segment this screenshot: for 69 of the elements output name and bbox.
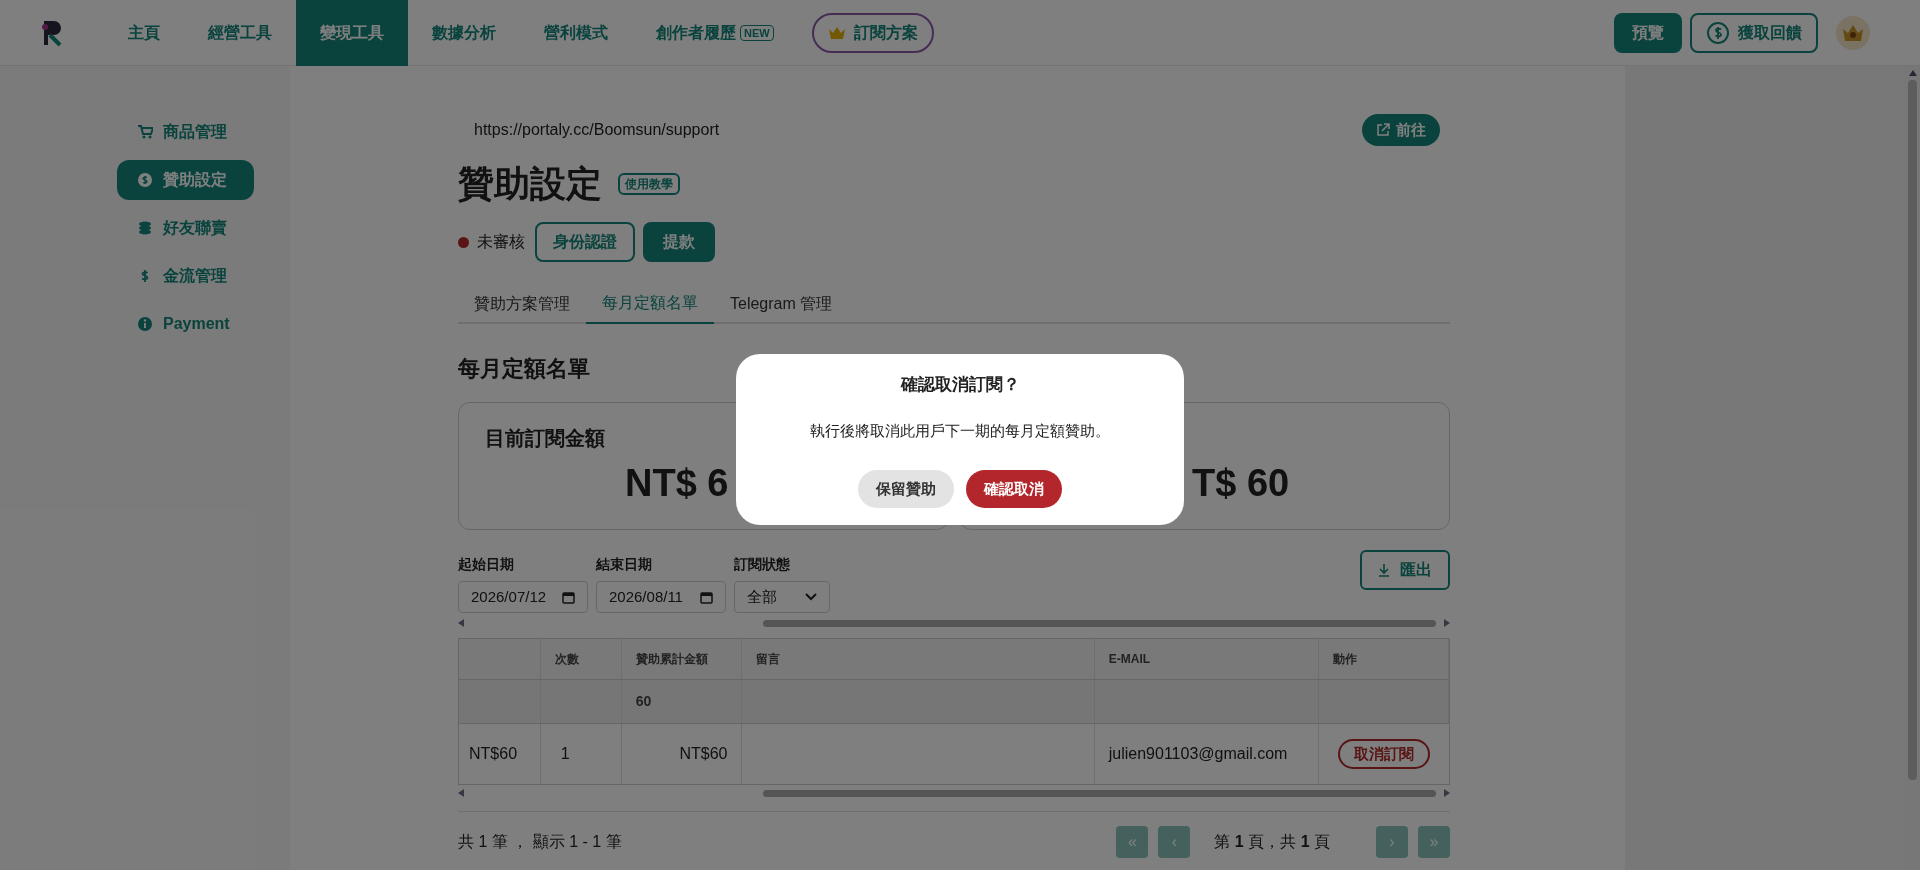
new-badge: NEW — [740, 24, 774, 41]
stat-value: NT$ 6 — [625, 462, 729, 504]
nav-tab[interactable]: 數據分析 — [408, 0, 520, 66]
column-header: 次數 — [554, 651, 579, 668]
nav-tab[interactable]: 創作者履歷 NEW — [632, 0, 798, 66]
column-header: E-MAIL — [1108, 651, 1151, 668]
scrollbar[interactable] — [1905, 66, 1920, 870]
horizontal-scrollbar[interactable] — [458, 617, 1450, 629]
coin-icon — [137, 172, 153, 188]
preview-button[interactable]: 預覽 — [1614, 12, 1682, 53]
filter-label: 訂閱狀態 — [734, 555, 791, 574]
sidebar-item[interactable]: 商品管理 — [117, 112, 254, 152]
record-count: 共 1 筆 ， 顯示 1 - 1 筆 — [458, 832, 622, 852]
stat-label: 目前訂閱金額 — [485, 427, 605, 449]
filter-label: 起始日期 — [458, 555, 515, 574]
sidebar-item[interactable]: Payment — [117, 304, 254, 344]
status-label: 未審核 — [477, 232, 525, 252]
calendar-icon[interactable] — [562, 590, 575, 604]
page-info: 第 1 頁，共 1 頁 — [1213, 832, 1331, 852]
date-field[interactable]: 2026/08/11 — [596, 581, 726, 613]
tab[interactable]: Telegram 管理 — [714, 284, 849, 324]
date-field[interactable]: 2026/07/12 — [458, 581, 588, 613]
horizontal-scrollbar[interactable] — [458, 787, 1450, 799]
dollar-icon — [1706, 20, 1730, 45]
tutorial-link[interactable]: 使用教學 — [618, 173, 680, 195]
sidebar-item[interactable]: 贊助設定 — [117, 160, 254, 200]
stat-value: T$ 60 — [1192, 462, 1290, 504]
info-icon — [137, 316, 153, 332]
verify-button[interactable]: 身份認證 — [535, 222, 635, 262]
nav-tab[interactable]: 變現工具 — [296, 0, 408, 66]
nav-tab[interactable]: 經營工具 — [184, 0, 296, 66]
table-cell-text: 1 — [560, 744, 570, 764]
table-cell-text: NT$60 — [469, 744, 518, 764]
page-title: 贊助設定 — [458, 162, 602, 206]
calendar-icon[interactable] — [700, 590, 713, 604]
dialog-title: 確認取消訂閱？ — [900, 374, 1020, 396]
confirm-button[interactable]: 確認取消 — [966, 470, 1062, 508]
nav-tab[interactable]: 主頁 — [104, 0, 184, 66]
external-link-icon — [1376, 123, 1390, 137]
sidebar-item[interactable]: 金流管理 — [117, 256, 254, 296]
nav-tab[interactable]: 營利模式 — [520, 0, 632, 66]
sidebar-item[interactable]: 好友聯賣 — [117, 208, 254, 248]
section-title: 每月定額名單 — [458, 355, 590, 383]
status-select[interactable]: 全部 — [734, 581, 830, 613]
coin-stack-icon — [137, 220, 153, 236]
avatar-icon[interactable] — [1836, 15, 1870, 50]
go-button[interactable]: 前往 — [1362, 114, 1440, 146]
export-button[interactable]: 匯出 — [1360, 550, 1450, 590]
tab[interactable]: 每月定額名單 — [586, 284, 714, 324]
cancel-subscription-button[interactable]: 取消訂閱 — [1338, 739, 1431, 769]
table-cell-text: julien901103@gmail.com — [1108, 744, 1288, 764]
column-header: 贊助累計金額 — [635, 651, 708, 668]
dialog-message: 執行後將取消此用戶下一期的每月定額贊助。 — [810, 420, 1110, 441]
nav-tab-label[interactable]: 創作者履歷 — [656, 20, 736, 45]
crown-icon — [827, 25, 846, 40]
plan-button[interactable]: 訂閱方案 — [811, 12, 934, 53]
column-header: 留言 — [756, 651, 781, 668]
chevron-down-icon — [805, 593, 817, 601]
total-cell-text: 60 — [635, 692, 652, 711]
keep-button[interactable]: 保留贊助 — [858, 470, 954, 508]
tab[interactable]: 贊助方案管理 — [458, 284, 586, 324]
filter-label: 結束日期 — [596, 555, 653, 574]
cart-icon — [137, 124, 153, 140]
column-header: 動作 — [1333, 651, 1358, 668]
withdraw-button[interactable]: 提款 — [643, 222, 715, 262]
page-url: https://portaly.cc/Boomsun/support — [473, 120, 720, 140]
feedback-button[interactable]: 獲取回饋 — [1690, 12, 1818, 53]
table-cell-text: NT$60 — [679, 744, 728, 764]
download-icon — [1378, 563, 1390, 577]
